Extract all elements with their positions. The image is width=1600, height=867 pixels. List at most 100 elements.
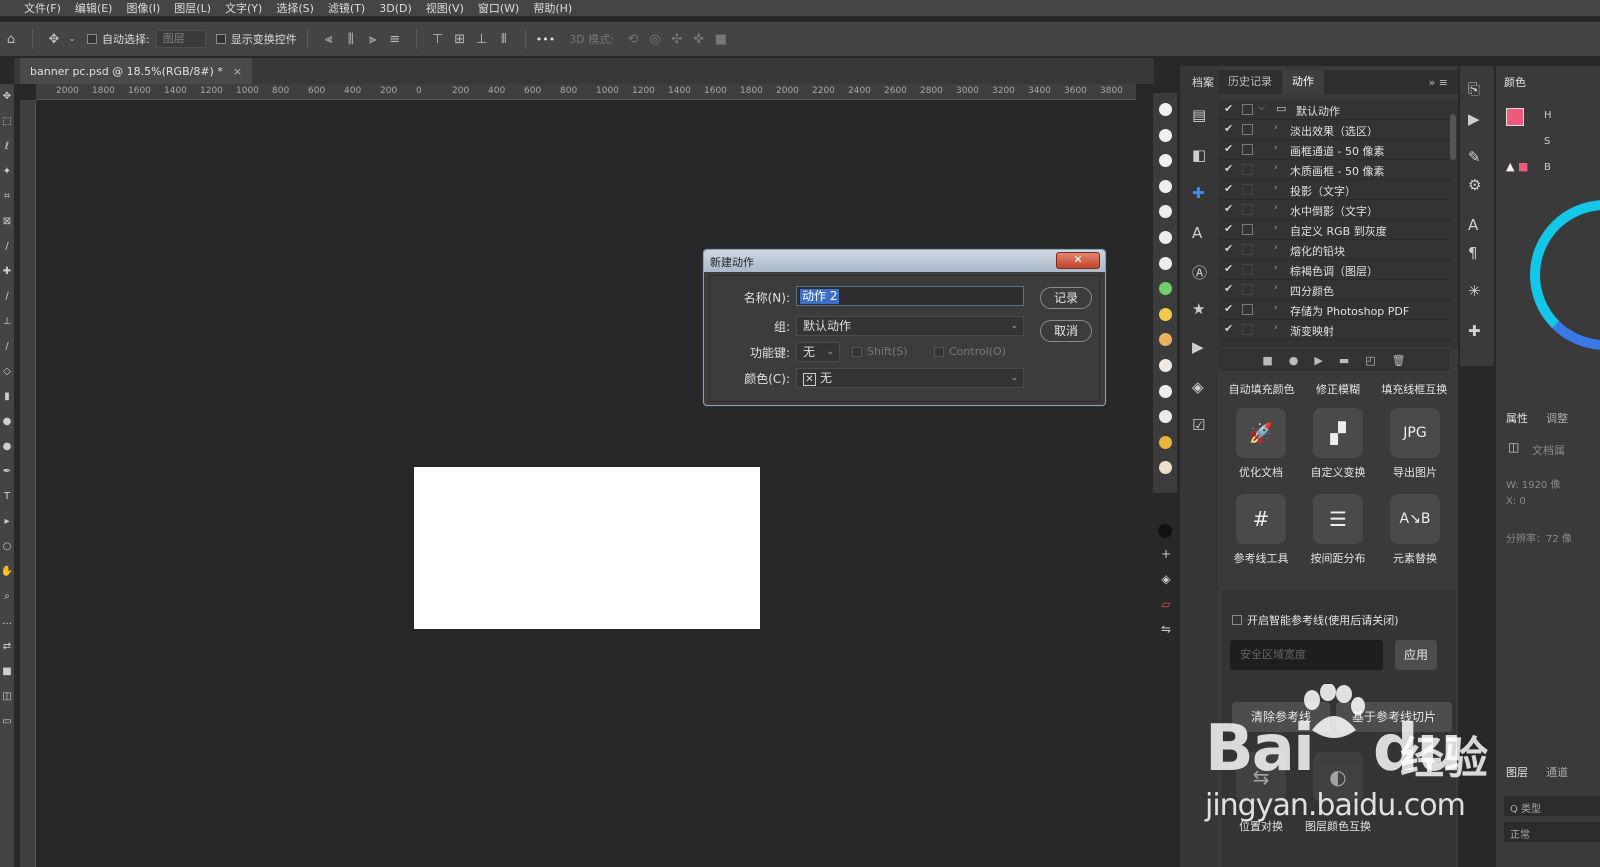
check-icon[interactable]: ✔ [1224, 122, 1233, 135]
libraries-icon[interactable]: ▤ [1192, 106, 1206, 124]
crop-tool-icon[interactable]: ⌗ [0, 184, 14, 209]
layer-kind-filter[interactable]: Q 类型 [1504, 796, 1600, 816]
screen-mode-icon[interactable]: ▭ [0, 709, 14, 734]
menu-item[interactable]: 文字(Y) [225, 0, 262, 16]
check-icon[interactable]: ✔ [1224, 182, 1233, 195]
character-icon[interactable]: A [1468, 216, 1478, 234]
color-swatch[interactable] [1159, 359, 1172, 372]
action-row[interactable]: ✔ › 自定义 RGB 到灰度 [1218, 220, 1450, 240]
color-swatch[interactable] [1159, 435, 1172, 449]
cancel-button[interactable]: 取消 [1040, 320, 1092, 342]
document-tab[interactable]: banner pc.psd @ 18.5%(RGB/8#) * × [20, 58, 253, 84]
tab-channels[interactable]: 通道 [1546, 764, 1568, 780]
character-icon[interactable]: A [1192, 224, 1202, 242]
dialog-toggle-icon[interactable] [1242, 104, 1253, 115]
tab-properties[interactable]: 属性 [1506, 410, 1528, 426]
dialog-toggle-icon[interactable] [1242, 164, 1253, 175]
auto-select-checkbox[interactable] [87, 34, 97, 44]
play-icon[interactable]: ▶ [1192, 338, 1204, 356]
color-swatch[interactable] [1159, 128, 1172, 142]
hand-tool-icon[interactable]: ✋ [0, 559, 14, 584]
puzzle-icon[interactable]: ✚ [1468, 322, 1481, 340]
tab-color[interactable]: 颜色 [1504, 74, 1526, 90]
actions-scrollbar[interactable] [1450, 114, 1456, 160]
record-button[interactable]: 记录 [1040, 287, 1092, 309]
group-select[interactable]: 默认动作 ⌄ [796, 316, 1024, 336]
plugin-icon[interactable]: ✚ [1192, 184, 1205, 202]
panel-menu-icon[interactable]: » ≡ [1429, 76, 1448, 89]
chevron-right-icon[interactable]: › [1274, 203, 1278, 213]
drag-3d-icon[interactable]: ✣ [666, 32, 688, 47]
tab-adjustments[interactable]: 调整 [1546, 410, 1568, 426]
trash-icon[interactable]: 🗑 [1392, 354, 1406, 367]
action-row[interactable]: ✔ › 存储为 Photoshop PDF [1218, 300, 1450, 320]
color-swatch[interactable] [1159, 410, 1172, 424]
canvas-artboard[interactable] [414, 467, 760, 629]
star-icon[interactable]: ★ [1192, 300, 1205, 318]
properties-icon[interactable]: ⚙ [1468, 176, 1481, 194]
close-tab-icon[interactable]: × [233, 65, 242, 78]
folder-icon[interactable]: ▬ [1339, 354, 1349, 367]
swap-icon[interactable]: ⇋ [1158, 617, 1174, 642]
action-row[interactable]: ✔ › 画框通道 - 50 像素 [1218, 140, 1450, 160]
color-select[interactable]: ✕ 无 ⌄ [796, 368, 1024, 388]
menu-item[interactable]: 选择(S) [276, 0, 314, 16]
menu-item[interactable]: 滤镜(T) [328, 0, 365, 16]
align-bottom-icon[interactable]: ⊥ [471, 32, 493, 47]
sparkle-icon[interactable]: ✳ [1468, 282, 1481, 300]
color-swatch[interactable] [1159, 384, 1172, 398]
distribute-h-icon[interactable]: ≡ [384, 32, 406, 47]
more-tools-icon[interactable]: … [0, 609, 14, 634]
more-options-button[interactable]: ••• [536, 33, 555, 46]
frame-tool-icon[interactable]: ⊠ [0, 209, 14, 234]
brush-tool-icon[interactable]: ∕ [0, 284, 14, 309]
brush-settings-icon[interactable]: ✎ [1468, 148, 1481, 166]
auto-select-target-select[interactable]: 图层 [155, 30, 206, 48]
home-icon[interactable]: ⌂ [0, 32, 22, 47]
new-action-icon[interactable]: ◰ [1365, 354, 1375, 367]
plugin-tool-icon[interactable]: ▞ [1313, 408, 1363, 458]
plugin-tool-icon[interactable]: JPG [1390, 408, 1440, 458]
chevron-down-icon[interactable]: ⌄ [65, 34, 79, 44]
quick-mask-icon[interactable]: ◫ [0, 684, 14, 709]
fix-blur-button[interactable]: 修正模糊 [1316, 381, 1360, 397]
chevron-right-icon[interactable]: › [1274, 323, 1278, 333]
align-top-icon[interactable]: ⊤ [427, 32, 449, 47]
roll-3d-icon[interactable]: ◎ [644, 32, 666, 47]
dialog-toggle-icon[interactable] [1242, 184, 1253, 195]
color-swatch[interactable] [1159, 461, 1172, 475]
chevron-right-icon[interactable]: › [1274, 143, 1278, 153]
show-transform-checkbox[interactable] [215, 34, 226, 44]
action-name-input[interactable]: 动作 2 [796, 286, 1024, 306]
eyedropper-icon[interactable]: ∕ [0, 234, 14, 259]
chevron-right-icon[interactable]: › [1274, 303, 1278, 313]
action-row[interactable]: ✔ › 水中倒影（文字） [1218, 200, 1450, 220]
align-hcenter-icon[interactable]: ⫼ [340, 32, 362, 47]
color-swatch[interactable] [1159, 282, 1172, 296]
dialog-toggle-icon[interactable] [1242, 244, 1253, 255]
plugin-tool-icon[interactable]: 🚀 [1236, 408, 1286, 458]
menu-item[interactable]: 帮助(H) [533, 0, 572, 16]
magic-wand-icon[interactable]: ✦ [0, 159, 14, 184]
marquee-tool-icon[interactable]: ⬚ [0, 109, 14, 134]
menu-item[interactable]: 3D(D) [379, 2, 412, 15]
black-dot[interactable] [1158, 524, 1172, 538]
orbit-3d-icon[interactable]: ⟲ [622, 32, 644, 47]
action-row[interactable]: ✔ › 渐变映射 [1218, 320, 1450, 340]
dialog-toggle-icon[interactable] [1242, 324, 1253, 335]
action-row[interactable]: ✔ › 四分颜色 [1218, 280, 1450, 300]
slide-3d-icon[interactable]: ✜ [688, 32, 710, 47]
check-icon[interactable]: ✔ [1224, 142, 1233, 155]
auto-fill-color-button[interactable]: 自动填充颜色 [1229, 381, 1295, 397]
color-swatch[interactable] [1159, 205, 1172, 219]
swap-colors-icon[interactable]: ⇄ [0, 634, 14, 659]
action-row[interactable]: ✔ › 熔化的铅块 [1218, 240, 1450, 260]
action-row[interactable]: ✔ › 投影（文字） [1218, 180, 1450, 200]
chevron-right-icon[interactable]: › [1274, 283, 1278, 293]
pen-tool-icon[interactable]: ✒ [0, 459, 14, 484]
action-row[interactable]: ✔ ⌵ ▭ 默认动作 [1218, 100, 1450, 120]
check-icon[interactable]: ✔ [1224, 222, 1233, 235]
distribute-v-icon[interactable]: ⦀ [493, 32, 515, 47]
actions-icon[interactable]: ▶ [1468, 110, 1480, 128]
foreground-color-swatch[interactable] [1506, 108, 1524, 126]
